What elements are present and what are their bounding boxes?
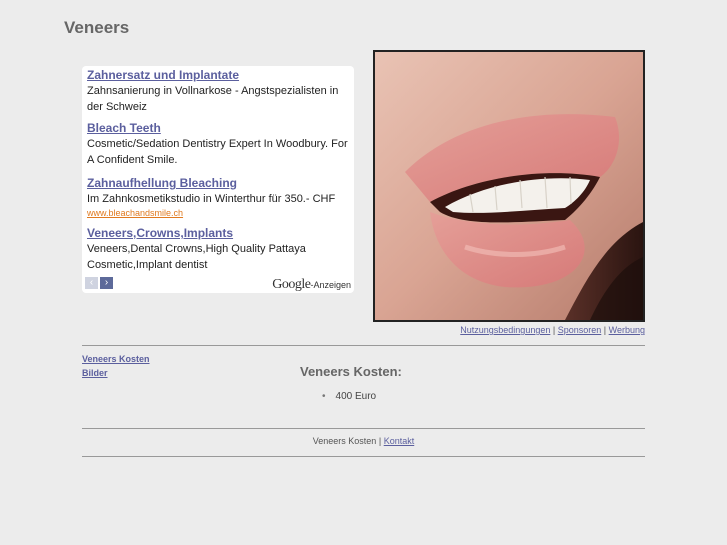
separator: | [378,436,382,446]
advertising-link[interactable]: Werbung [609,325,645,335]
ad-url-link[interactable]: www.bleachandsmile.ch [87,207,351,219]
ad-title-link[interactable]: Bleach Teeth [87,120,351,136]
page-title: Veneers [64,18,130,37]
ad-text: Zahnsanierung in Vollnarkose - Angstspez… [87,85,339,113]
section-heading: Veneers Kosten: [300,364,402,379]
ad-text: Veneers,Dental Crowns,High Quality Patta… [87,243,306,271]
contact-link[interactable]: Kontakt [384,436,415,446]
image-footer-links: Nutzungsbedingungen | Sponsoren | Werbun… [460,325,645,335]
ad-title-link[interactable]: Zahnaufhellung Bleaching [87,175,351,191]
divider [82,456,645,457]
ad-title-link[interactable]: Veneers,Crowns,Implants [87,225,351,241]
separator: | [552,325,556,335]
ad-pagination: ‹ › [85,277,115,293]
ad-item[interactable]: Veneers,Crowns,Implants Veneers,Dental C… [87,225,351,273]
ad-text: Im Zahnkosmetikstudio in Winterthur für … [87,193,336,205]
ad-url-faded [87,168,351,172]
ads-by-google[interactable]: Google-Anzeigen [272,277,351,293]
list-item: 400 Euro [322,391,377,402]
divider [82,428,645,429]
ad-item[interactable]: Zahnersatz und Implantate Zahnsanierung … [87,67,351,119]
ad-item[interactable]: Zahnaufhellung Bleaching Im Zahnkosmetik… [87,175,351,219]
divider [82,345,645,346]
ad-item[interactable]: Bleach Teeth Cosmetic/Sedation Dentistry… [87,120,351,172]
footer-text: Veneers Kosten [312,436,377,446]
price-list: 400 Euro [322,391,377,402]
terms-link[interactable]: Nutzungsbedingungen [460,325,550,335]
sponsors-link[interactable]: Sponsoren [558,325,602,335]
ad-url-faded [87,115,351,119]
google-logo: Google [272,277,311,292]
nav-link-veneers-kosten[interactable]: Veneers Kosten [82,352,150,366]
chevron-left-icon[interactable]: ‹ [85,277,98,289]
ads-by-suffix: -Anzeigen [310,280,351,290]
chevron-right-icon[interactable]: › [100,277,113,289]
nav-link-bilder[interactable]: Bilder [82,366,150,380]
separator: | [603,325,607,335]
smile-photo [373,50,645,322]
ad-box: Zahnersatz und Implantate Zahnsanierung … [82,66,354,293]
ad-text: Cosmetic/Sedation Dentistry Expert In Wo… [87,138,348,166]
left-nav: Veneers Kosten Bilder [82,352,150,380]
smile-photo-illustration [375,52,643,320]
ad-title-link[interactable]: Zahnersatz und Implantate [87,67,351,83]
page-footer: Veneers Kosten | Kontakt [82,436,645,446]
